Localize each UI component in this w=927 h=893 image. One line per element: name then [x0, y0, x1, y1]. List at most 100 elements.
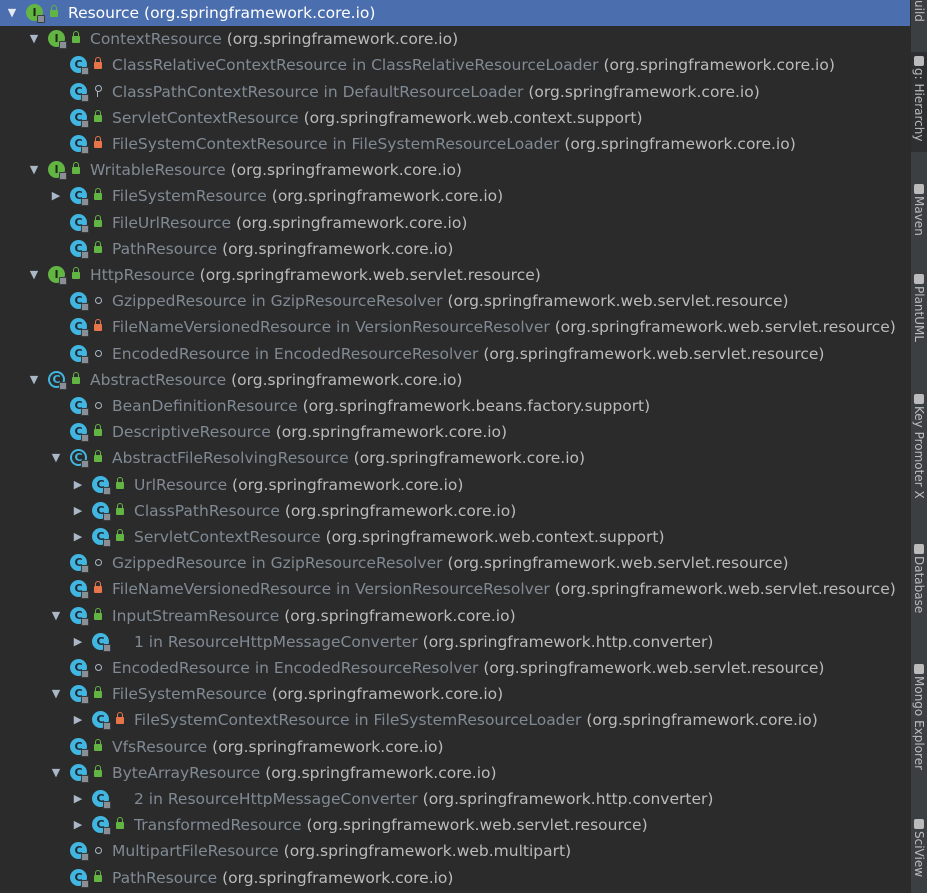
- tree-row[interactable]: ▼ I WritableResource (org.springframework.…: [0, 157, 911, 183]
- tree-row[interactable]: ▶ C TransformedResource (org.springframewo…: [0, 812, 911, 838]
- type-hierarchy-tree[interactable]: ▼ I Resource (org.springframework.core.io)…: [0, 0, 911, 893]
- tree-row[interactable]: ▼ C AbstractResource (org.springframework.…: [0, 367, 911, 393]
- class-name: EncodedResource in EncodedResourceResolv…: [112, 345, 479, 363]
- tree-row[interactable]: C ClassRelativeContextResource in ClassRe…: [0, 52, 911, 78]
- tree-row[interactable]: ▼ C InputStreamResource (org.springframewo…: [0, 603, 911, 629]
- lock-badge-icon: [81, 198, 89, 206]
- collapse-arrow-icon[interactable]: ▼: [6, 6, 18, 20]
- tool-tab-key-promoter-x[interactable]: Key Promoter X: [911, 390, 927, 520]
- expand-arrow-icon[interactable]: ▶: [72, 478, 84, 492]
- class-name: TransformedResource: [134, 816, 302, 834]
- package-name: (org.springframework.web.servlet.resourc…: [306, 816, 648, 834]
- expand-arrow-icon[interactable]: ▶: [72, 792, 84, 806]
- tree-row-label: ContextResource (org.springframework.cor…: [90, 29, 458, 49]
- expand-arrow-icon[interactable]: ▶: [72, 818, 84, 832]
- class-name: WritableResource: [90, 161, 226, 179]
- tree-row[interactable]: C GzippedResource in GzipResourceResolver…: [0, 550, 911, 576]
- lock-badge-icon: [81, 670, 89, 678]
- tool-tab-g-hierarchy[interactable]: g: Hierarchy: [911, 52, 927, 152]
- tree-row[interactable]: ▶ C FileSystemContextResource in FileSyste…: [0, 707, 911, 733]
- tree-row[interactable]: C DescriptiveResource (org.springframewor…: [0, 419, 911, 445]
- tree-row[interactable]: ▶ C ServletContextResource (org.springfram…: [0, 524, 911, 550]
- tool-tab-sciview[interactable]: SciView: [911, 815, 927, 893]
- collapse-arrow-icon[interactable]: ▼: [50, 687, 62, 701]
- tree-row[interactable]: ▼ C AbstractFileResolvingResource (org.spr…: [0, 445, 911, 471]
- tree-row[interactable]: C EncodedResource in EncodedResourceResol…: [0, 655, 911, 681]
- tool-tab-plantuml[interactable]: PlantUML: [911, 270, 927, 365]
- tree-row-label: ServletContextResource (org.springframew…: [112, 108, 643, 128]
- tree-row-label: EncodedResource in EncodedResourceResolv…: [112, 658, 824, 678]
- tree-row-label: Resource (org.springframework.core.io): [68, 3, 375, 23]
- private-visibility-icon: [114, 712, 126, 726]
- public-visibility-icon: [92, 870, 104, 884]
- expand-arrow-icon[interactable]: ▶: [72, 635, 84, 649]
- tree-row[interactable]: ▼ I HttpResource (org.springframework.web.…: [0, 262, 911, 288]
- package-visibility-icon: [92, 660, 104, 674]
- package-visibility-icon: [92, 555, 104, 569]
- lock-badge-icon: [103, 539, 111, 547]
- tree-row[interactable]: C EncodedResource in EncodedResourceResol…: [0, 341, 911, 367]
- tree-row[interactable]: C FileNameVersionedResource in VersionRes…: [0, 314, 911, 340]
- tree-row[interactable]: C PathResource (org.springframework.core.…: [0, 865, 911, 891]
- tree-row[interactable]: C GzippedResource in GzipResourceResolver…: [0, 288, 911, 314]
- tool-tab-label: SciView: [912, 831, 926, 878]
- lock-badge-icon: [59, 41, 67, 49]
- class-name: UrlResource: [134, 476, 228, 494]
- tree-row-label: ByteArrayResource (org.springframework.c…: [112, 763, 497, 783]
- class-name: HttpResource: [90, 266, 195, 284]
- package-visibility-icon: [92, 346, 104, 360]
- tool-tab-uild[interactable]: uild: [911, 0, 927, 30]
- tree-row-label: GzippedResource in GzipResourceResolver …: [112, 291, 789, 311]
- tree-row[interactable]: C ClassPathContextResource in DefaultReso…: [0, 79, 911, 105]
- expand-arrow-icon[interactable]: ▶: [72, 713, 84, 727]
- collapse-arrow-icon[interactable]: ▼: [50, 451, 62, 465]
- tree-row[interactable]: C FileSystemContextResource in FileSystem…: [0, 131, 911, 157]
- tool-tab-database[interactable]: Database: [911, 540, 927, 630]
- tree-row[interactable]: ▼ I Resource (org.springframework.core.io): [0, 0, 911, 26]
- tree-row-label: HttpResource (org.springframework.web.se…: [90, 265, 541, 285]
- lock-badge-icon: [103, 487, 111, 495]
- tree-row[interactable]: C VfsResource (org.springframework.core.i…: [0, 734, 911, 760]
- package-name: (org.springframework.web.multipart): [283, 842, 572, 860]
- tree-row[interactable]: C BeanDefinitionResource (org.springframe…: [0, 393, 911, 419]
- collapse-arrow-icon[interactable]: ▼: [50, 609, 62, 623]
- lock-badge-icon: [81, 408, 89, 416]
- class-name: ContextResource: [90, 30, 222, 48]
- tree-row[interactable]: ▶ C FileSystemResource (org.springframewor…: [0, 183, 911, 209]
- collapse-arrow-icon[interactable]: ▼: [28, 373, 40, 387]
- tree-row[interactable]: ▶ C UrlResource (org.springframework.core.…: [0, 472, 911, 498]
- tree-row[interactable]: C FileUrlResource (org.springframework.co…: [0, 210, 911, 236]
- tree-row[interactable]: C PathResource (org.springframework.core.…: [0, 236, 911, 262]
- package-name: (org.springframework.web.servlet.resourc…: [483, 345, 825, 363]
- package-name: (org.springframework.web.servlet.resourc…: [554, 580, 896, 598]
- tree-row[interactable]: ▶ C 1 in ResourceHttpMessageConverter (org…: [0, 629, 911, 655]
- collapse-arrow-icon[interactable]: ▼: [28, 268, 40, 282]
- collapse-arrow-icon[interactable]: ▼: [28, 163, 40, 177]
- expand-arrow-icon[interactable]: ▶: [72, 530, 84, 544]
- package-name: (org.springframework.core.io): [232, 476, 464, 494]
- expand-arrow-icon[interactable]: ▶: [72, 504, 84, 518]
- tree-row[interactable]: ▼ I ContextResource (org.springframework.c…: [0, 26, 911, 52]
- expand-arrow-icon[interactable]: ▶: [50, 189, 62, 203]
- tree-row[interactable]: C ServletContextResource (org.springframe…: [0, 105, 911, 131]
- mongo-icon: [914, 664, 924, 674]
- tree-row-label: FileSystemResource (org.springframework.…: [112, 186, 503, 206]
- package-name: (org.springframework.core.io): [222, 240, 454, 258]
- tree-row[interactable]: ▶ C ClassPathResource (org.springframework…: [0, 498, 911, 524]
- tree-row[interactable]: C MultipartFileResource (org.springframew…: [0, 838, 911, 864]
- package-name: (org.springframework.core.io): [212, 738, 444, 756]
- public-visibility-icon: [70, 31, 82, 45]
- tool-tab-maven[interactable]: Maven: [911, 180, 927, 250]
- tree-row[interactable]: ▼ C ByteArrayResource (org.springframework…: [0, 760, 911, 786]
- tool-tab-label: Mongo Explorer: [912, 676, 926, 771]
- tree-row[interactable]: ▶ C 2 in ResourceHttpMessageConverter (org…: [0, 786, 911, 812]
- collapse-arrow-icon[interactable]: ▼: [50, 766, 62, 780]
- tool-tab-mongo-explorer[interactable]: Mongo Explorer: [911, 660, 927, 790]
- tree-row[interactable]: C FileNameVersionedResource in VersionRes…: [0, 576, 911, 602]
- tree-row-label: FileSystemResource (org.springframework.…: [112, 684, 503, 704]
- tree-row[interactable]: ▼ C FileSystemResource (org.springframewor…: [0, 681, 911, 707]
- package-name: (org.springframework.core.io): [586, 711, 818, 729]
- class-name: ServletContextResource: [134, 528, 321, 546]
- collapse-arrow-icon[interactable]: ▼: [28, 32, 40, 46]
- lock-badge-icon: [81, 225, 89, 233]
